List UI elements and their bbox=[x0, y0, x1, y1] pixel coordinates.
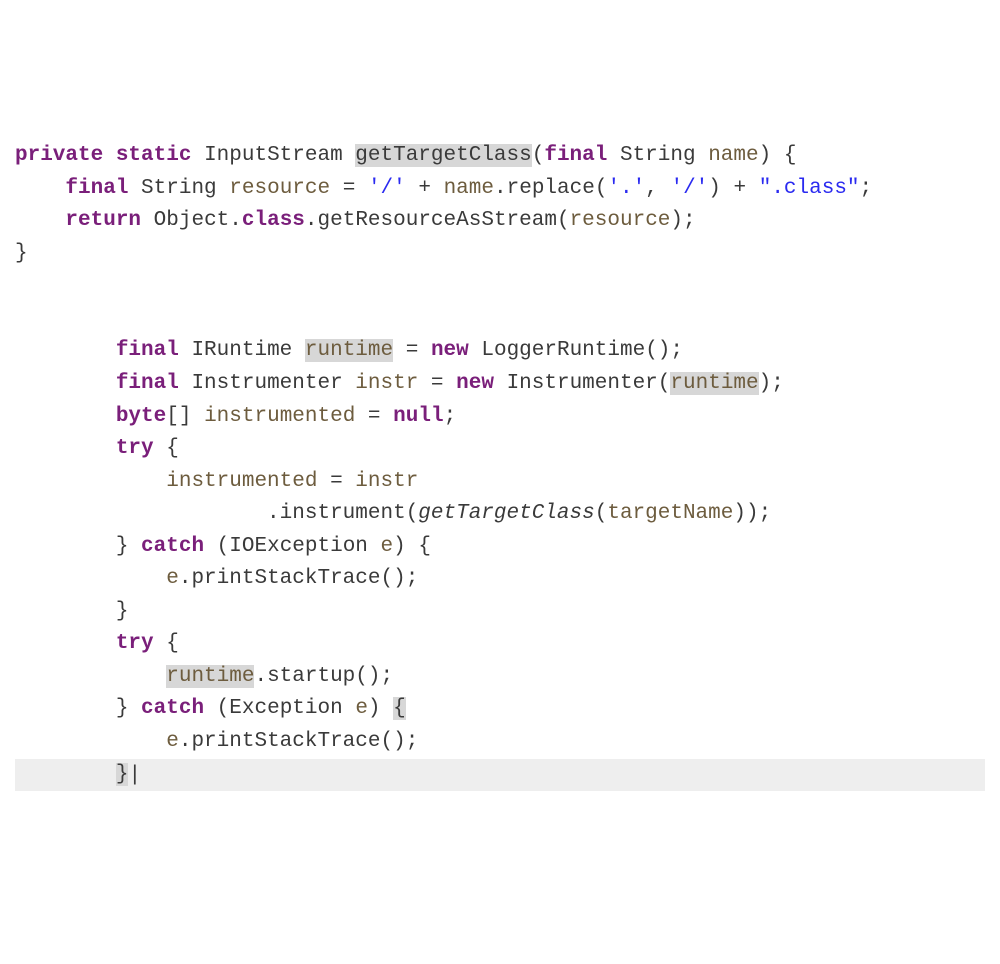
method-getTargetClass: getTargetClass bbox=[355, 144, 531, 167]
param-name: name bbox=[708, 144, 758, 167]
var-runtime: runtime bbox=[305, 339, 393, 362]
type-String: String bbox=[620, 144, 696, 167]
code-line-2: final String resource = '/' + name.repla… bbox=[15, 177, 872, 200]
code-line-11: instrumented = instr bbox=[15, 470, 418, 493]
close-brace-highlighted: } bbox=[116, 763, 129, 786]
code-line-12: .instrument(getTargetClass(targetName)); bbox=[15, 502, 771, 525]
type-InputStream: InputStream bbox=[204, 144, 343, 167]
code-line-15: } bbox=[15, 600, 128, 623]
code-line-10: try { bbox=[15, 437, 179, 460]
keyword-static: static bbox=[116, 144, 192, 167]
string-dotclass: ".class" bbox=[759, 177, 860, 200]
var-instr: instr bbox=[355, 372, 418, 395]
type-Instrumenter: Instrumenter bbox=[191, 372, 342, 395]
code-line-9: byte[] instrumented = null; bbox=[15, 405, 456, 428]
code-line-18: } catch (Exception e) { bbox=[15, 697, 406, 720]
type-LoggerRuntime: LoggerRuntime bbox=[481, 339, 645, 362]
code-line-20-current: }| bbox=[15, 759, 985, 792]
blank-line-2 bbox=[15, 307, 28, 330]
string-dot: '.' bbox=[607, 177, 645, 200]
keyword-private: private bbox=[15, 144, 103, 167]
code-line-8: final Instrumenter instr = new Instrumen… bbox=[15, 372, 784, 395]
code-line-17: runtime.startup(); bbox=[15, 665, 393, 688]
code-line-3: return Object.class.getResourceAsStream(… bbox=[15, 209, 696, 232]
blank-line-1 bbox=[15, 274, 28, 297]
open-brace-highlighted: { bbox=[393, 697, 406, 720]
string-slash2: '/' bbox=[670, 177, 708, 200]
type-IRuntime: IRuntime bbox=[191, 339, 292, 362]
var-targetName: targetName bbox=[607, 502, 733, 525]
code-line-19: e.printStackTrace(); bbox=[15, 730, 418, 753]
code-line-16: try { bbox=[15, 632, 179, 655]
type-IOException: IOException bbox=[229, 535, 368, 558]
string-slash: '/' bbox=[368, 177, 406, 200]
keyword-final: final bbox=[544, 144, 607, 167]
code-line-4: } bbox=[15, 242, 28, 265]
call-getTargetClass: getTargetClass bbox=[418, 502, 594, 525]
var-e: e bbox=[381, 535, 394, 558]
var-instrumented: instrumented bbox=[204, 405, 355, 428]
code-line-1: private static InputStream getTargetClas… bbox=[15, 144, 796, 167]
code-line-7: final IRuntime runtime = new LoggerRunti… bbox=[15, 339, 683, 362]
code-line-14: e.printStackTrace(); bbox=[15, 567, 418, 590]
var-resource: resource bbox=[229, 177, 330, 200]
code-line-13: } catch (IOException e) { bbox=[15, 535, 431, 558]
caret-icon: | bbox=[128, 760, 129, 785]
code-snippet: private static InputStream getTargetClas… bbox=[15, 140, 985, 791]
type-Exception: Exception bbox=[229, 697, 342, 720]
